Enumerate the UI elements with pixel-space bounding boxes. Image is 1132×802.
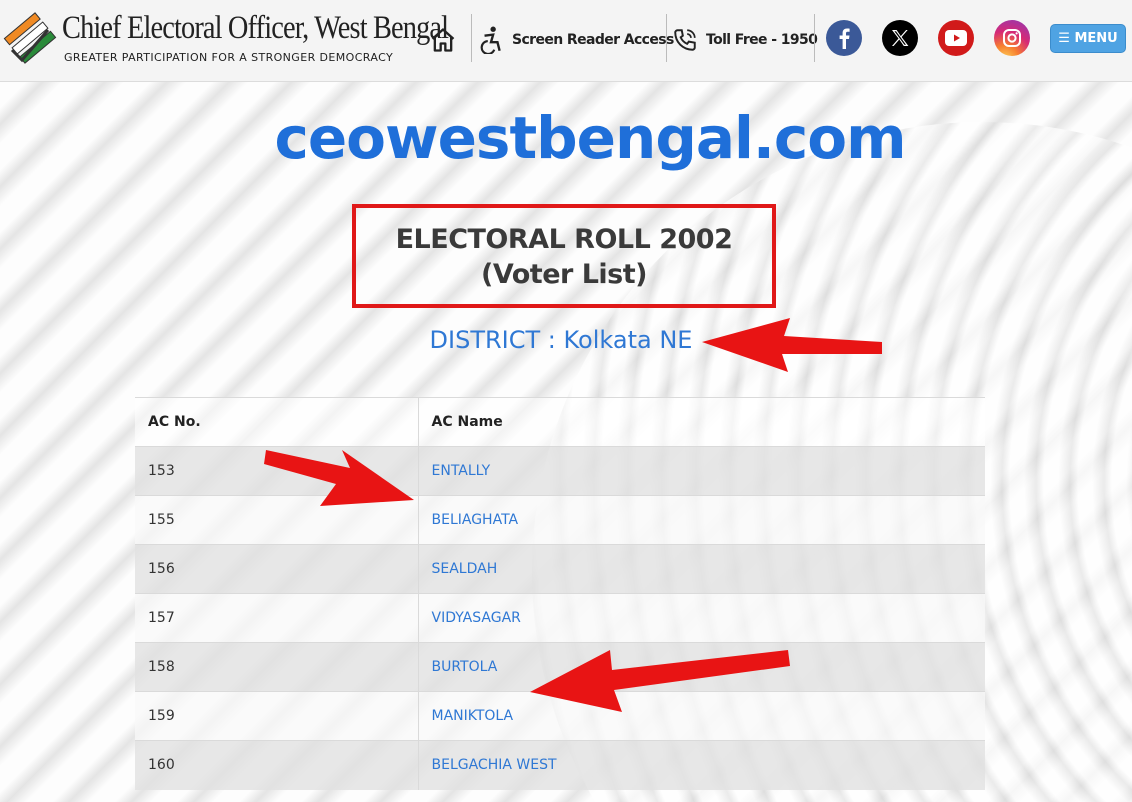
- ac-table: AC No. AC Name 153 ENTALLY 155 BELIAGHAT…: [135, 397, 985, 790]
- toll-free-link[interactable]: Toll Free - 1950: [672, 20, 818, 60]
- screen-reader-label: Screen Reader Access: [512, 32, 674, 48]
- district-heading: DISTRICT : Kolkata NE: [429, 326, 693, 354]
- table-row: 159 MANIKTOLA: [135, 691, 985, 741]
- ac-name-link[interactable]: MANIKTOLA: [418, 691, 985, 741]
- table-row: 158 BURTOLA: [135, 642, 985, 692]
- facebook-link[interactable]: [826, 20, 862, 56]
- page-title: ELECTORAL ROLL 2002: [395, 224, 733, 255]
- ac-name-link[interactable]: ENTALLY: [418, 446, 985, 496]
- home-button[interactable]: [426, 20, 460, 60]
- x-twitter-link[interactable]: [882, 20, 918, 56]
- site-header: Chief Electoral Officer, West Bengal GRE…: [0, 0, 1132, 82]
- table-row: 160 BELGACHIA WEST: [135, 740, 985, 790]
- instagram-link[interactable]: [994, 20, 1030, 56]
- youtube-link[interactable]: [938, 20, 974, 56]
- accessibility-icon: [480, 26, 501, 54]
- ac-name-link[interactable]: SEALDAH: [418, 544, 985, 594]
- phone-icon: [674, 29, 696, 51]
- table-row: 155 BELIAGHATA: [135, 495, 985, 545]
- ac-number: 153: [135, 446, 419, 496]
- home-icon: [431, 28, 455, 52]
- ac-number: 160: [135, 740, 419, 790]
- ac-number: 157: [135, 593, 419, 643]
- header-divider: [471, 14, 472, 62]
- ac-name-link[interactable]: BURTOLA: [418, 642, 985, 692]
- ac-name-link[interactable]: BELGACHIA WEST: [418, 740, 985, 790]
- column-header-ac-name: AC Name: [418, 397, 985, 447]
- toll-free-label: Toll Free - 1950: [706, 32, 818, 48]
- header-divider: [814, 14, 815, 62]
- menu-button[interactable]: ☰ MENU: [1050, 24, 1126, 53]
- site-tagline: GREATER PARTICIPATION FOR A STRONGER DEM…: [64, 51, 394, 64]
- site-title[interactable]: Chief Electoral Officer, West Bengal: [62, 10, 449, 47]
- table-row: 153 ENTALLY: [135, 446, 985, 496]
- column-header-ac-no: AC No.: [135, 397, 419, 447]
- instagram-icon: [1003, 29, 1021, 47]
- header-divider: [666, 14, 667, 62]
- eci-logo-icon: [3, 12, 57, 64]
- electoral-roll-highlight-box: ELECTORAL ROLL 2002 (Voter List): [352, 204, 776, 308]
- x-icon: [892, 30, 909, 46]
- brand-wordmark: ceowestbengal.com: [274, 104, 906, 172]
- youtube-icon: [945, 30, 967, 46]
- facebook-icon: [839, 28, 850, 49]
- page-subtitle: (Voter List): [480, 259, 648, 290]
- table-row: 157 VIDYASAGAR: [135, 593, 985, 643]
- ac-number: 159: [135, 691, 419, 741]
- ac-name-link[interactable]: VIDYASAGAR: [418, 593, 985, 643]
- ac-number: 158: [135, 642, 419, 692]
- table-row: 156 SEALDAH: [135, 544, 985, 594]
- table-header-row: AC No. AC Name: [135, 397, 985, 447]
- screen-reader-access-link[interactable]: Screen Reader Access: [478, 20, 674, 60]
- ac-number: 156: [135, 544, 419, 594]
- ac-number: 155: [135, 495, 419, 545]
- ac-name-link[interactable]: BELIAGHATA: [418, 495, 985, 545]
